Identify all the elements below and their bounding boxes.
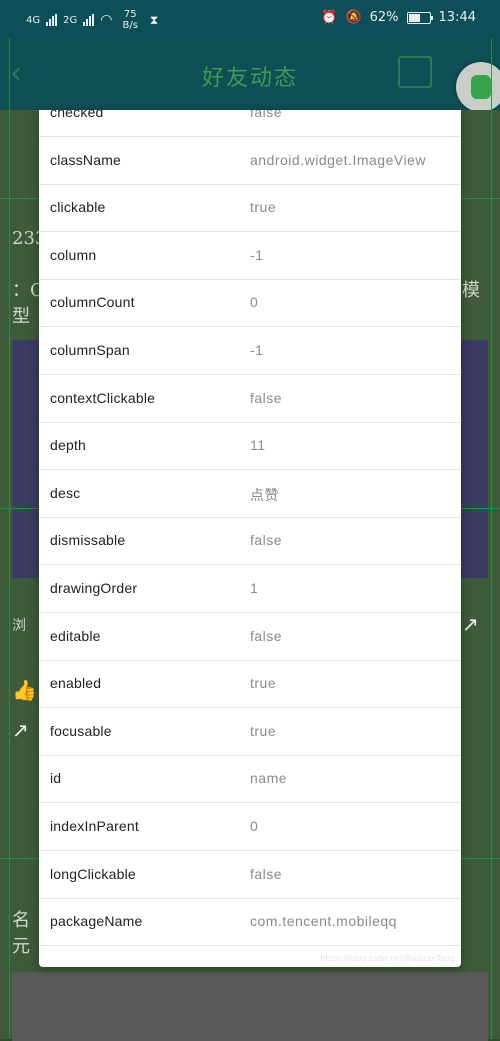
property-row[interactable]: depth 11 <box>39 423 461 471</box>
wifi-icon: ◠ <box>100 12 113 28</box>
app-header: ‹ 好友动态 <box>0 38 500 110</box>
property-row[interactable]: focusable true <box>39 709 461 756</box>
property-key: packageName <box>50 913 143 930</box>
property-key: longClickable <box>50 865 136 882</box>
property-row[interactable]: className android.widget.ImageView <box>39 138 461 185</box>
hourglass-icon: ⧗ <box>149 12 159 27</box>
signal-icon <box>46 14 58 26</box>
battery-percent: 62% <box>369 10 399 25</box>
property-key: enabled <box>50 675 102 692</box>
property-row[interactable]: columnSpan -1 <box>39 328 461 375</box>
property-row[interactable]: contextClickable false <box>39 376 461 423</box>
property-row[interactable]: clickable true <box>39 185 461 233</box>
battery-icon <box>406 11 433 24</box>
property-row[interactable]: packageName com.tencent.mobileqq <box>39 899 461 947</box>
net-speed-value: 75 <box>123 9 137 20</box>
property-value: name <box>250 770 288 787</box>
property-value: true <box>250 722 277 739</box>
property-value: 0 <box>250 818 259 834</box>
share-icon: ↗ <box>12 718 29 742</box>
net-speed: 75 B/s <box>122 9 137 31</box>
property-value: true <box>250 199 277 216</box>
property-key: indexInParent <box>50 818 139 834</box>
bg-text-fragment: 元 <box>12 936 30 957</box>
property-value: -1 <box>250 246 264 263</box>
bg-text-fragment: 浏 <box>12 618 26 634</box>
property-value: 11 <box>250 437 266 454</box>
network-4g-label: 4G <box>26 14 41 26</box>
property-value: false <box>250 627 283 644</box>
share-out-icon: ↗ <box>462 612 479 636</box>
alarm-icon: ⏰ <box>321 10 338 25</box>
property-key: clickable <box>50 199 106 216</box>
bg-text-fragment: 模 <box>462 280 480 301</box>
property-value: false <box>250 532 283 549</box>
property-row[interactable]: indexInParent 0 <box>39 804 461 851</box>
property-key: columnSpan <box>50 342 130 358</box>
clock: 13:44 <box>438 10 476 25</box>
property-key: column <box>50 246 97 263</box>
property-key: drawingOrder <box>50 580 138 596</box>
property-row[interactable]: desc 点赞 <box>39 471 461 518</box>
property-value: false <box>250 389 283 406</box>
property-key: columnCount <box>50 294 135 311</box>
property-value: 0 <box>250 294 259 311</box>
property-row[interactable]: editable false <box>39 614 461 661</box>
bg-text-fragment: 型 <box>12 306 30 327</box>
property-row[interactable]: checked false <box>39 110 461 137</box>
property-value: 点赞 <box>250 486 279 503</box>
property-key: dismissable <box>50 532 126 549</box>
property-key: depth <box>50 437 87 454</box>
property-key: contextClickable <box>50 389 156 406</box>
status-right: ⏰ 🔕 62% 13:44 <box>321 10 476 25</box>
node-properties-sheet[interactable]: checked false className android.widget.Imag… <box>39 110 461 967</box>
property-key: id <box>50 770 62 787</box>
thumbs-up-icon: 👍 <box>12 678 37 702</box>
message-icon[interactable] <box>398 56 432 88</box>
property-value: 1 <box>250 580 259 596</box>
property-key: desc <box>50 484 81 501</box>
bg-text-fragment: 名 <box>12 910 30 931</box>
watermark: https://blog.csdn.net/RadiumTang <box>320 954 455 963</box>
property-value: android.widget.ImageView <box>250 151 426 168</box>
property-value: com.tencent.mobileqq <box>250 913 397 930</box>
property-key: editable <box>50 627 101 644</box>
property-value: -1 <box>250 342 264 358</box>
property-row[interactable]: drawingOrder 1 <box>39 566 461 613</box>
net-speed-unit: B/s <box>122 20 138 31</box>
signal-icon-2 <box>83 14 95 26</box>
property-key: className <box>50 151 122 168</box>
network-2g-label: 2G <box>63 14 78 26</box>
property-key: checked <box>50 110 104 120</box>
property-value: false <box>250 865 283 882</box>
property-row[interactable]: enabled true <box>39 661 461 709</box>
mute-icon: 🔕 <box>345 10 362 25</box>
floating-assist-button[interactable] <box>456 62 500 112</box>
property-row[interactable]: columnCount 0 <box>39 280 461 328</box>
property-key: focusable <box>50 722 112 739</box>
property-row[interactable]: column -1 <box>39 233 461 280</box>
property-row[interactable]: dismissable false <box>39 518 461 566</box>
property-row[interactable]: id name <box>39 756 461 804</box>
status-bar: 4G 2G ◠ 75 B/s ⧗ ⏰ 🔕 62% 13:44 <box>0 0 500 38</box>
property-row[interactable]: longClickable false <box>39 852 461 899</box>
bg-photo-bottom <box>12 972 488 1041</box>
property-value: true <box>250 675 277 692</box>
battery-fill <box>408 13 420 22</box>
property-value: false <box>250 110 283 120</box>
status-left: 4G 2G ◠ 75 B/s ⧗ <box>26 9 158 31</box>
